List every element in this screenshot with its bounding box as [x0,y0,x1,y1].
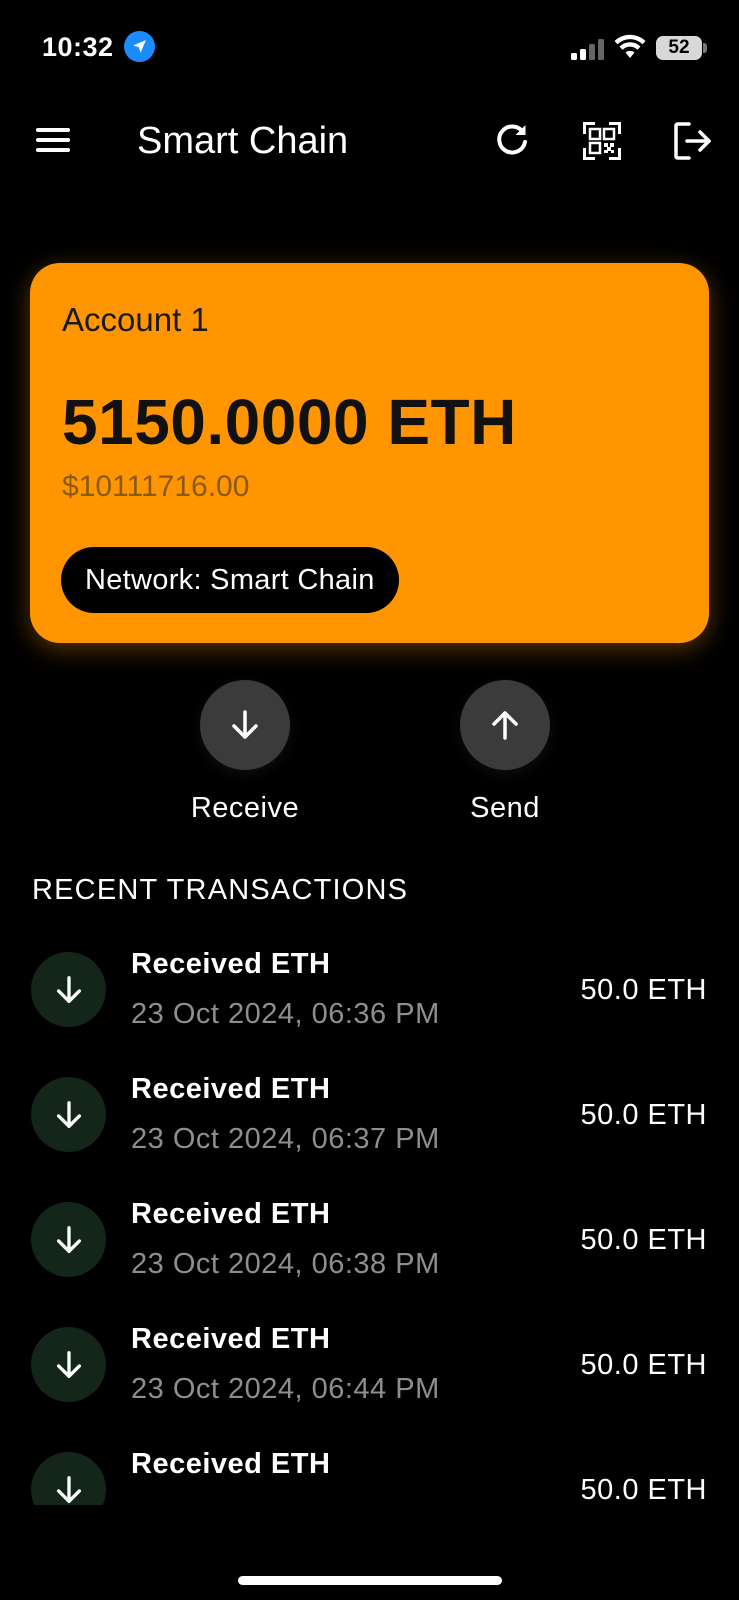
arrow-down-icon [31,952,106,1027]
fiat-balance: $10111716.00 [62,470,250,503]
transaction-title: Received ETH [131,1323,331,1355]
send-label: Send [470,792,540,824]
battery-icon: 52 [656,36,702,60]
account-name: Account 1 [62,301,209,338]
arrow-down-icon [31,1327,106,1402]
receive-button[interactable] [200,680,290,770]
wallet-screen: 10:32 52 Smart Chain Account 1 5150.0000… [0,0,739,1600]
qr-code-icon[interactable] [581,120,623,162]
arrow-down-icon [31,1452,106,1505]
transaction-title: Received ETH [131,948,331,980]
app-bar: Smart Chain [0,110,739,180]
transaction-amount: 50.0 ETH [580,974,707,1006]
recent-transactions-title: RECENT TRANSACTIONS [32,874,409,906]
arrow-down-icon [31,1077,106,1152]
transaction-row[interactable]: Received ETH 23 Oct 2024, 06:37 PM 50.0 … [0,1055,739,1165]
account-balance: 5150.0000 ETH [62,386,517,458]
send-button[interactable] [460,680,550,770]
transaction-list: Received ETH 23 Oct 2024, 06:36 PM 50.0 … [0,930,739,1505]
arrow-down-icon [31,1202,106,1277]
battery-nub [703,43,707,53]
receive-action[interactable]: Receive [175,680,315,825]
transaction-row[interactable]: Received ETH 23 Oct 2024, 06:38 PM 50.0 … [0,1180,739,1290]
home-indicator[interactable] [238,1576,502,1585]
transaction-amount: 50.0 ETH [580,1099,707,1131]
account-card: Account 1 5150.0000 ETH $10111716.00 Net… [30,263,709,643]
logout-icon[interactable] [672,120,714,162]
transaction-title: Received ETH [131,1198,331,1230]
transaction-title: Received ETH [131,1073,331,1105]
receive-label: Receive [190,792,300,824]
transaction-row[interactable]: Received ETH 50.0 ETH [0,1430,739,1505]
app-title: Smart Chain [137,120,349,162]
location-arrow-icon [124,31,155,62]
transaction-amount: 50.0 ETH [580,1349,707,1381]
transaction-date: 23 Oct 2024, 06:37 PM [131,1123,440,1155]
transaction-row[interactable]: Received ETH 23 Oct 2024, 06:44 PM 50.0 … [0,1305,739,1415]
transaction-amount: 50.0 ETH [580,1224,707,1256]
status-bar: 10:32 52 [0,28,739,68]
transaction-date: 23 Oct 2024, 06:36 PM [131,998,440,1030]
status-time: 10:32 [42,32,114,62]
arrow-up-icon [492,711,518,740]
wifi-icon [614,34,646,65]
transaction-title: Received ETH [131,1448,331,1480]
menu-icon[interactable] [34,124,72,156]
arrow-down-icon [232,710,258,739]
transaction-amount: 50.0 ETH [580,1474,707,1505]
signal-icon [571,38,605,60]
refresh-icon[interactable] [492,120,532,160]
send-action[interactable]: Send [435,680,575,825]
transaction-date: 23 Oct 2024, 06:44 PM [131,1373,440,1405]
transaction-date: 23 Oct 2024, 06:38 PM [131,1248,440,1280]
transaction-row[interactable]: Received ETH 23 Oct 2024, 06:36 PM 50.0 … [0,930,739,1040]
battery-level: 52 [668,37,690,58]
network-label: Network: Smart Chain [85,563,375,596]
network-chip[interactable]: Network: Smart Chain [61,547,399,613]
